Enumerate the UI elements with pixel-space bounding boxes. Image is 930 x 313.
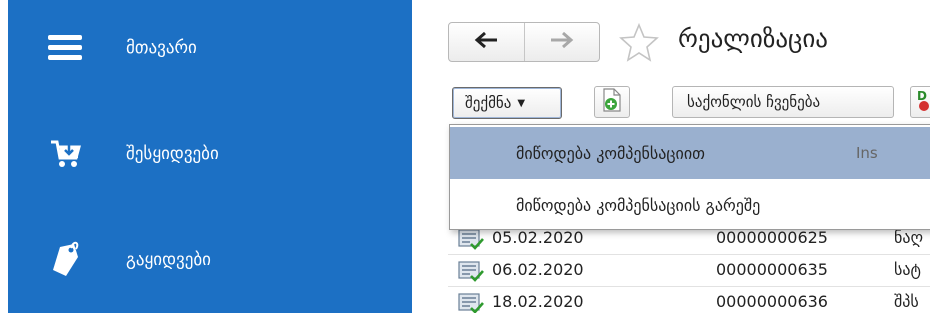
delete-document-button[interactable]: D (910, 86, 930, 118)
caret-down-icon: ▼ (517, 97, 526, 109)
main-panel: რეალიზაცია შექმნა ▼ საქონლის ჩვენება D 0… (420, 0, 930, 313)
show-goods-button[interactable]: საქონლის ჩვენება (672, 86, 894, 118)
row-date: 18.02.2020 (492, 292, 584, 311)
add-document-icon (601, 88, 623, 116)
add-document-button[interactable] (594, 86, 630, 118)
document-posted-icon (458, 292, 484, 313)
forward-button[interactable] (523, 23, 600, 61)
page-title: რეალიზაცია (678, 24, 828, 53)
menu-item-label: მიწოდება კომპენსაციის გარეშე (516, 195, 761, 215)
menu-item-delivery-without-compensation[interactable]: მიწოდება კომპენსაციის გარეშე (450, 179, 930, 231)
sidebar-item-label: გაყიდვები (126, 250, 211, 270)
hamburger-menu-icon (44, 28, 88, 68)
table-row[interactable]: 18.02.2020 00000000636 შპს (448, 286, 930, 313)
menu-item-label: მიწოდება კომპენსაციით (516, 143, 705, 163)
table-row[interactable]: 06.02.2020 00000000635 სატ (448, 254, 930, 287)
svg-text:D: D (917, 89, 927, 103)
row-number: 00000000635 (716, 260, 828, 279)
create-dropdown-menu: მიწოდება კომპენსაციით Ins მიწოდება კომპე… (449, 124, 930, 230)
history-navigation (448, 22, 600, 62)
sidebar: მთავარი შესყიდვები გაყიდვები (0, 0, 420, 313)
document-posted-icon (458, 260, 484, 282)
document-delete-icon: D (917, 88, 930, 116)
sidebar-item-main[interactable]: მთავარი (8, 8, 412, 88)
menu-item-delivery-with-compensation[interactable]: მიწოდება კომპენსაციით Ins (450, 127, 930, 179)
back-button[interactable] (449, 23, 524, 61)
row-name: სატ (894, 260, 921, 279)
create-button[interactable]: შექმნა ▼ (452, 87, 562, 119)
row-date: 06.02.2020 (492, 260, 584, 279)
cart-icon (44, 134, 88, 174)
row-number: 00000000636 (716, 292, 828, 311)
sidebar-item-sales[interactable]: გაყიდვები (8, 220, 412, 300)
create-label: შექმნა (465, 94, 512, 112)
sidebar-item-label: მთავარი (126, 38, 197, 58)
star-icon[interactable] (618, 22, 660, 62)
sidebar-item-label: შესყიდვები (126, 144, 219, 164)
menu-item-shortcut: Ins (856, 144, 878, 162)
price-tag-icon (44, 240, 88, 280)
document-posted-icon (458, 228, 484, 250)
sidebar-item-purchases[interactable]: შესყიდვები (8, 114, 412, 194)
arrow-right-icon (549, 31, 575, 53)
row-name: შპს (894, 292, 919, 311)
arrow-left-icon (473, 31, 499, 53)
